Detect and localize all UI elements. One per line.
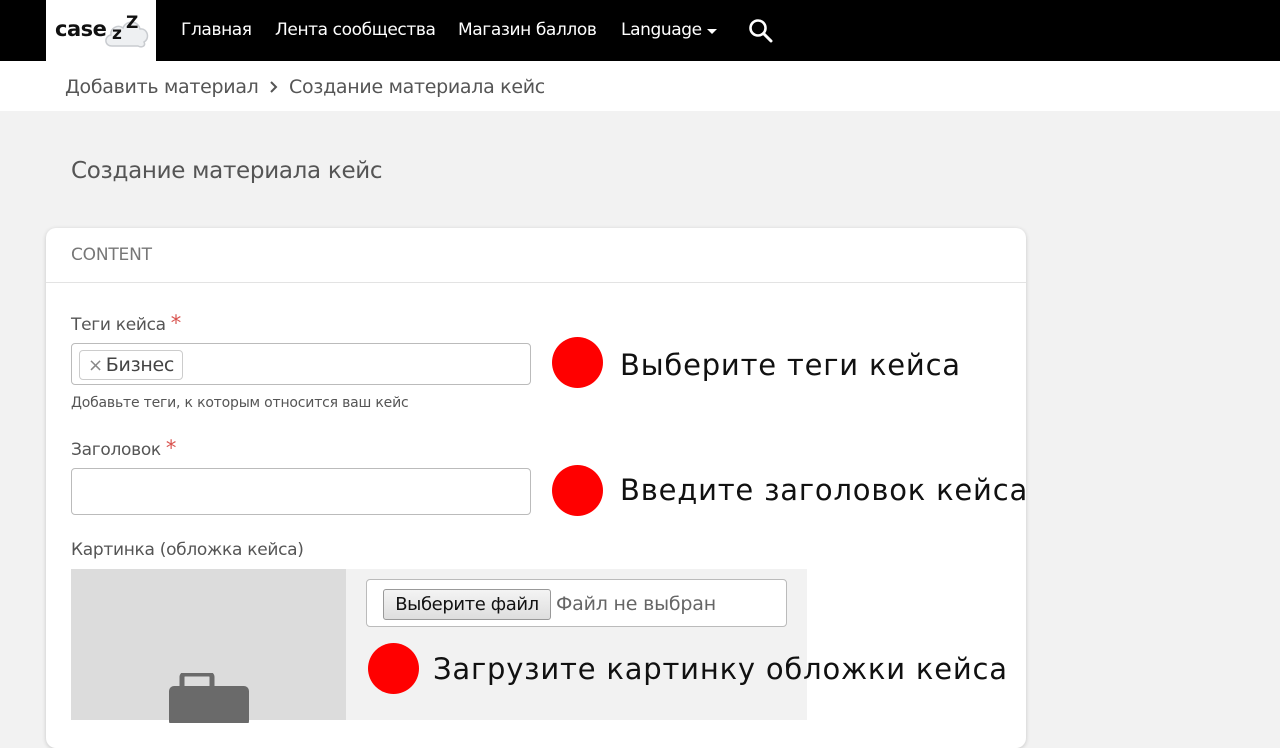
card-header-label: CONTENT — [71, 245, 152, 265]
site-logo[interactable]: case z Z — [46, 0, 156, 61]
briefcase-icon — [169, 673, 249, 723]
tags-input[interactable]: × Бизнес — [71, 343, 531, 385]
nav-item-points-store[interactable]: Магазин баллов — [458, 18, 597, 42]
hint-marker-dot — [552, 337, 603, 388]
search-icon[interactable] — [748, 18, 774, 44]
tag-chip: × Бизнес — [79, 350, 184, 380]
required-mark: * — [165, 436, 177, 460]
page-title: Создание материала кейс — [71, 158, 383, 184]
file-status: Файл не выбран — [556, 593, 716, 615]
breadcrumb-item-current: Создание материала кейс — [289, 76, 545, 98]
file-input: Выберите файл Файл не выбран — [366, 579, 787, 627]
tag-label: Бизнес — [105, 354, 175, 376]
required-mark: * — [170, 311, 182, 335]
nav-item-community-feed[interactable]: Лента сообщества — [275, 18, 436, 42]
remove-tag-button[interactable]: × — [88, 355, 103, 376]
caret-down-icon[interactable] — [707, 29, 717, 34]
title-hint: Введите заголовок кейса — [620, 473, 1029, 507]
title-input[interactable] — [71, 468, 531, 515]
tags-label-text: Теги кейса — [71, 315, 166, 335]
choose-file-button[interactable]: Выберите файл — [383, 589, 551, 620]
title-label-text: Заголовок — [71, 440, 161, 460]
image-field-label: Картинка (обложка кейса) — [71, 540, 304, 560]
top-navbar: case z Z Главная Лента сообщества Магази… — [0, 0, 1280, 61]
breadcrumb: Добавить материал Создание материала кей… — [0, 61, 1280, 111]
tags-hint: Выберите теги кейса — [620, 348, 961, 382]
logo-z-small: z — [112, 24, 122, 44]
logo-text: case — [55, 17, 107, 41]
image-hint: Загрузите картинку обложки кейса — [433, 652, 1008, 686]
hint-marker-dot — [368, 643, 419, 694]
card-header: CONTENT — [46, 228, 1026, 283]
logo-z-large: Z — [126, 13, 139, 33]
title-field-label: Заголовок * — [71, 437, 176, 461]
tags-help-text: Добавьте теги, к которым относится ваш к… — [71, 395, 409, 411]
hint-marker-dot — [552, 465, 603, 516]
nav-item-home[interactable]: Главная — [181, 18, 252, 42]
chevron-right-icon — [270, 81, 278, 93]
nav-item-language[interactable]: Language — [621, 18, 702, 42]
tags-field-label: Теги кейса * — [71, 312, 181, 336]
breadcrumb-item-add-material[interactable]: Добавить материал — [65, 75, 259, 99]
